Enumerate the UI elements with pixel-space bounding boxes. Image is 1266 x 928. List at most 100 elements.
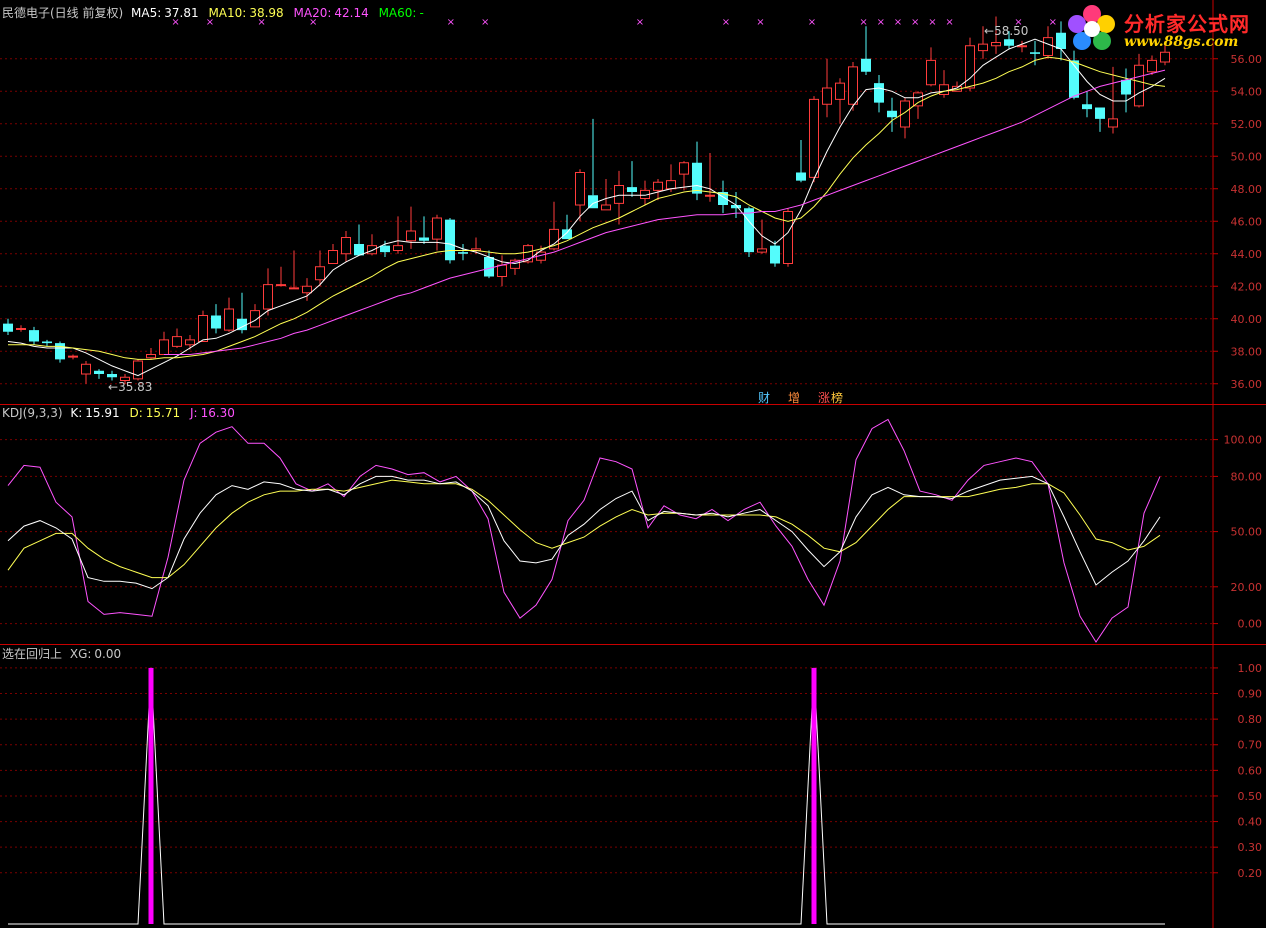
candle-body: [133, 360, 143, 380]
candle-body: [81, 363, 91, 375]
candle-body: [445, 219, 455, 261]
signal-x-marker: ×: [636, 17, 644, 28]
limit-up-tag[interactable]: 涨: [818, 389, 830, 406]
candle-body: [393, 245, 403, 251]
candle: [458, 244, 468, 261]
candle-body: [614, 185, 624, 204]
left-arrow-icon: ←: [984, 24, 995, 38]
candle: [419, 216, 429, 244]
candle-body: [276, 284, 286, 287]
kdj-tick-label: 0.00: [1238, 618, 1263, 631]
signal-x-marker: ×: [722, 17, 730, 28]
candle: [822, 58, 832, 118]
candle: [796, 140, 806, 183]
stock-chart: 36.00 38.00 40.00 42.00 44.00 46.00 48.00 50.00…: [0, 0, 1266, 928]
ma20-label: MA20:: [293, 6, 332, 20]
candle-body: [328, 250, 338, 264]
finance-tag[interactable]: 财: [758, 389, 770, 406]
candle: [68, 354, 78, 360]
candle-body: [692, 162, 702, 194]
price-tick-label: 36.00: [1231, 378, 1263, 391]
candle: [172, 328, 182, 348]
candle-body: [562, 229, 572, 240]
candle: [354, 224, 364, 256]
kdj-indicator: [7, 418, 1161, 643]
candle: [263, 268, 273, 316]
xg-tick-label: 0.40: [1238, 816, 1263, 829]
candle-body: [861, 58, 871, 72]
xg-value: 0.00: [94, 647, 122, 661]
candle-body: [770, 245, 780, 264]
candle-body: [172, 336, 182, 347]
price-tick-label: 46.00: [1231, 215, 1263, 228]
j-value: 16.30: [200, 406, 235, 420]
high-price-value: 58.50: [994, 24, 1029, 38]
candle: [133, 359, 143, 381]
candle: [497, 255, 507, 287]
candle-body: [848, 66, 858, 105]
ma5-line: [7, 38, 1166, 377]
candle-body: [1134, 64, 1144, 107]
candle: [94, 369, 104, 379]
candle: [601, 179, 611, 211]
candle-body: [627, 187, 637, 192]
price-tick-label: 50.00: [1231, 150, 1263, 163]
left-arrow-icon: ←: [108, 380, 119, 394]
candle-body: [211, 315, 221, 329]
candle-body: [744, 208, 754, 253]
candle: [445, 218, 455, 264]
k-value: 15.91: [85, 406, 120, 420]
ranking-tag[interactable]: 榜: [831, 389, 843, 406]
d-label: D:: [129, 406, 143, 420]
candle: [770, 240, 780, 267]
low-price-value: 35.83: [118, 380, 153, 394]
j-label: J:: [189, 406, 198, 420]
signal-x-marker: ×: [894, 17, 902, 28]
signal-x-marker: ×: [808, 17, 816, 28]
candle-body: [939, 84, 949, 95]
candle: [289, 250, 299, 290]
candle-body: [250, 310, 260, 328]
candle: [1121, 68, 1131, 113]
candlestick-series: [3, 16, 1170, 384]
xg-tick-label: 0.70: [1238, 739, 1263, 752]
candle-body: [913, 92, 923, 107]
candle: [809, 96, 819, 183]
candle: [939, 70, 949, 98]
candle: [81, 361, 91, 384]
candle-body: [146, 354, 156, 359]
candle-body: [809, 98, 819, 178]
candle-body: [289, 287, 299, 290]
candle-body: [1017, 45, 1027, 48]
candle-body: [705, 194, 715, 197]
flower-icon: [1068, 5, 1115, 50]
candle-body: [29, 330, 39, 342]
kdj-title: KDJ(9,3,3): [2, 406, 63, 420]
candle-body: [1121, 79, 1131, 95]
candle: [627, 161, 637, 197]
candle-body: [432, 217, 442, 240]
candle-body: [978, 43, 988, 52]
d-value: 15.71: [145, 406, 181, 420]
price-tick-label: 52.00: [1231, 118, 1263, 131]
ma20-value: 42.14: [334, 6, 369, 20]
candle: [3, 318, 13, 335]
candle: [1108, 66, 1118, 134]
candle: [1095, 107, 1105, 132]
candle-body: [835, 82, 845, 100]
candle: [835, 78, 845, 124]
candle: [1069, 50, 1079, 100]
xg-signal-bar: [148, 667, 154, 924]
increase-tag[interactable]: 增: [788, 389, 800, 406]
price-tick-label: 42.00: [1231, 280, 1263, 293]
candle-body: [419, 237, 429, 241]
candle: [848, 62, 858, 111]
candle-body: [783, 211, 793, 264]
candle-body: [1004, 39, 1014, 46]
candle: [276, 266, 286, 287]
candle-body: [497, 264, 507, 277]
logo-url: www.88gs.com: [1124, 34, 1239, 50]
candle: [250, 304, 260, 328]
price-tick-label: 40.00: [1231, 313, 1263, 326]
candle: [692, 141, 702, 201]
